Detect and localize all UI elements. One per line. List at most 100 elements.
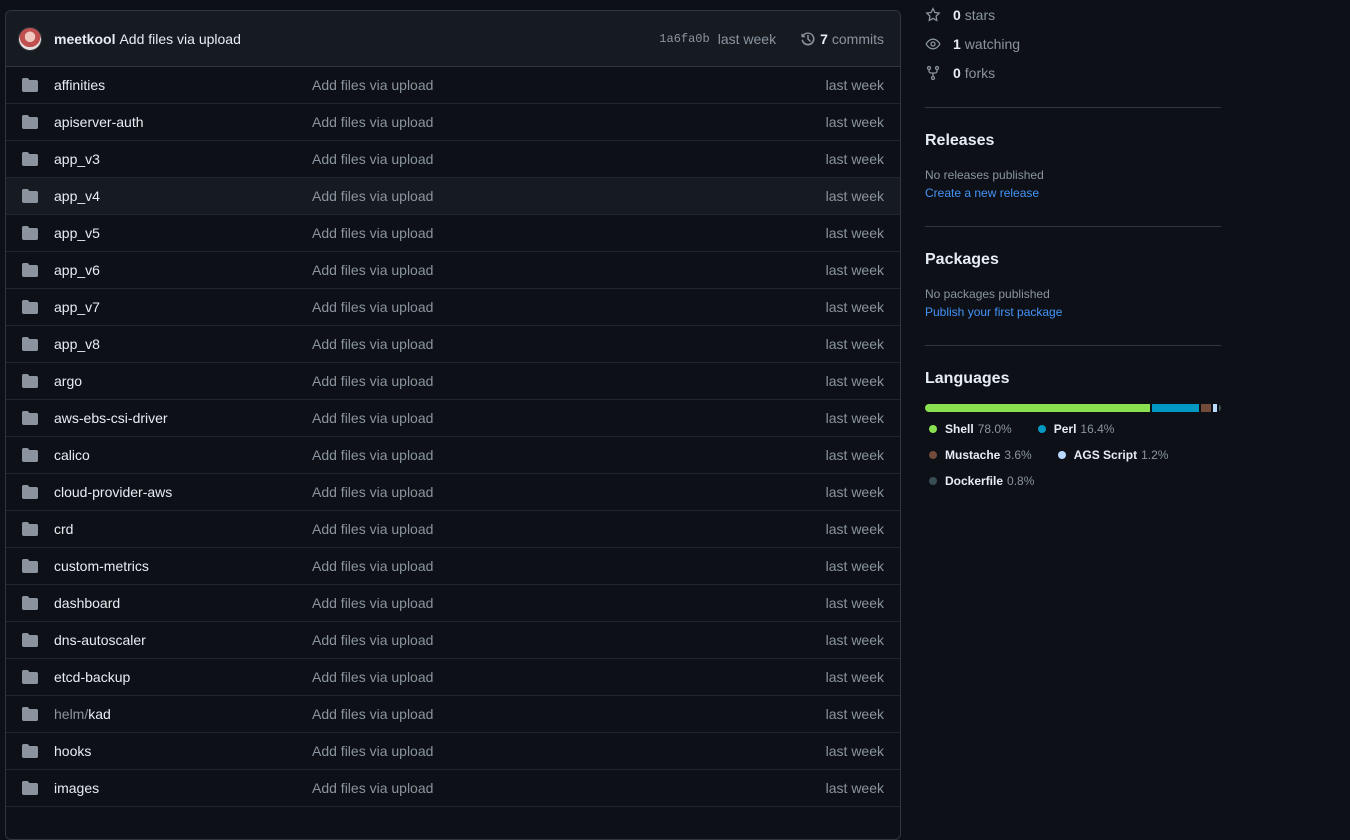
language-item[interactable]: Shell 78.0% (925, 420, 1012, 438)
file-commit-message[interactable]: Add files via upload (312, 410, 826, 426)
file-commit-message[interactable]: Add files via upload (312, 225, 826, 241)
language-item[interactable]: Mustache 3.6% (925, 446, 1032, 464)
packages-empty-text: No packages published (925, 287, 1050, 301)
languages-title: Languages (925, 370, 1010, 387)
table-row[interactable]: app_v3 Add files via upload last week (6, 141, 900, 178)
folder-icon (22, 226, 38, 240)
file-name-link[interactable]: app_v4 (54, 188, 312, 204)
file-commit-message[interactable]: Add files via upload (312, 299, 826, 315)
stars-count: 0 (953, 6, 961, 23)
table-row[interactable]: images Add files via upload last week (6, 770, 900, 807)
watching-stat[interactable]: 1 watching (925, 29, 1221, 58)
latest-commit-bar: meetkool Add files via upload 1a6fa0b la… (6, 11, 900, 67)
file-name-link[interactable]: affinities (54, 77, 312, 93)
file-name-link[interactable]: images (54, 780, 312, 796)
file-commit-message[interactable]: Add files via upload (312, 373, 826, 389)
file-commit-message[interactable]: Add files via upload (312, 632, 826, 648)
table-row[interactable]: app_v4 Add files via upload last week (6, 178, 900, 215)
commit-message[interactable]: Add files via upload (119, 31, 240, 47)
language-bar-segment[interactable] (1200, 404, 1212, 412)
file-commit-message[interactable]: Add files via upload (312, 706, 826, 722)
file-name-link[interactable]: dashboard (54, 595, 312, 611)
language-bar-segment[interactable] (1151, 404, 1199, 412)
table-row[interactable]: hooks Add files via upload last week (6, 733, 900, 770)
stars-stat[interactable]: 0 stars (925, 0, 1221, 29)
file-name-link[interactable]: app_v5 (54, 225, 312, 241)
file-commit-time: last week (825, 521, 884, 537)
file-name-link[interactable]: custom-metrics (54, 558, 312, 574)
file-commit-message[interactable]: Add files via upload (312, 780, 826, 796)
folder-icon (22, 707, 38, 721)
file-name-link[interactable]: app_v8 (54, 336, 312, 352)
file-commit-message[interactable]: Add files via upload (312, 447, 826, 463)
table-row[interactable]: app_v6 Add files via upload last week (6, 252, 900, 289)
file-commit-message[interactable]: Add files via upload (312, 336, 826, 352)
file-commit-message[interactable]: Add files via upload (312, 558, 826, 574)
file-commit-message[interactable]: Add files via upload (312, 151, 826, 167)
table-row[interactable]: etcd-backup Add files via upload last week (6, 659, 900, 696)
table-row[interactable]: dashboard Add files via upload last week (6, 585, 900, 622)
folder-icon (22, 670, 38, 684)
language-bar-segment[interactable] (925, 404, 1150, 412)
table-row[interactable]: crd Add files via upload last week (6, 511, 900, 548)
file-commit-message[interactable]: Add files via upload (312, 77, 826, 93)
file-name-link[interactable]: crd (54, 521, 312, 537)
language-bar-segment[interactable] (1218, 404, 1221, 412)
language-item[interactable]: AGS Script 1.2% (1054, 446, 1168, 464)
create-release-link[interactable]: Create a new release (925, 184, 1221, 202)
file-name-link[interactable]: app_v3 (54, 151, 312, 167)
file-name-link[interactable]: cloud-provider-aws (54, 484, 312, 500)
file-commit-message[interactable]: Add files via upload (312, 262, 826, 278)
file-name-link[interactable]: aws-ebs-csi-driver (54, 410, 312, 426)
language-percent: 78.0% (977, 422, 1012, 436)
language-color-dot (1057, 451, 1066, 459)
language-item[interactable]: Perl 16.4% (1034, 420, 1114, 438)
file-name-link[interactable]: calico (54, 447, 312, 463)
table-row[interactable]: calico Add files via upload last week (6, 437, 900, 474)
commit-sha[interactable]: 1a6fa0b (659, 32, 709, 46)
file-name: aws-ebs-csi-driver (54, 410, 168, 426)
file-commit-time: last week (825, 595, 884, 611)
table-row[interactable]: argo Add files via upload last week (6, 363, 900, 400)
file-commit-time: last week (825, 669, 884, 685)
file-commit-time: last week (825, 410, 884, 426)
commit-author[interactable]: meetkool (54, 31, 115, 47)
file-name: dns-autoscaler (54, 632, 146, 648)
file-name-link[interactable]: argo (54, 373, 312, 389)
forks-stat[interactable]: 0 forks (925, 58, 1221, 87)
table-row[interactable]: cloud-provider-aws Add files via upload la… (6, 474, 900, 511)
file-name-link[interactable]: dns-autoscaler (54, 632, 312, 648)
table-row[interactable]: app_v5 Add files via upload last week (6, 215, 900, 252)
folder-icon (22, 596, 38, 610)
author-avatar[interactable] (18, 26, 42, 51)
table-row[interactable]: app_v8 Add files via upload last week (6, 326, 900, 363)
file-name-link[interactable]: helm/kad (54, 706, 312, 722)
file-commit-message[interactable]: Add files via upload (312, 188, 826, 204)
language-item[interactable]: Dockerfile 0.8% (925, 472, 1034, 490)
table-row[interactable]: apiserver-auth Add files via upload last w… (6, 104, 900, 141)
file-name-link[interactable]: hooks (54, 743, 312, 759)
file-commit-time: last week (825, 336, 884, 352)
packages-title[interactable]: Packages (925, 251, 1221, 269)
file-commit-message[interactable]: Add files via upload (312, 114, 826, 130)
language-bar-segment[interactable] (1213, 404, 1217, 412)
file-commit-message[interactable]: Add files via upload (312, 669, 826, 685)
file-name-link[interactable]: apiserver-auth (54, 114, 312, 130)
releases-title[interactable]: Releases (925, 132, 1221, 150)
file-name-link[interactable]: app_v6 (54, 262, 312, 278)
file-commit-message[interactable]: Add files via upload (312, 521, 826, 537)
file-commit-message[interactable]: Add files via upload (312, 743, 826, 759)
table-row[interactable]: helm/kad Add files via upload last week (6, 696, 900, 733)
file-name-link[interactable]: etcd-backup (54, 669, 312, 685)
publish-package-link[interactable]: Publish your first package (925, 303, 1221, 321)
commits-history-link[interactable]: 7 commits (800, 31, 884, 47)
table-row[interactable]: app_v7 Add files via upload last week (6, 289, 900, 326)
file-commit-message[interactable]: Add files via upload (312, 595, 826, 611)
file-name-link[interactable]: app_v7 (54, 299, 312, 315)
table-row[interactable]: aws-ebs-csi-driver Add files via upload la… (6, 400, 900, 437)
table-row[interactable]: dns-autoscaler Add files via upload last w… (6, 622, 900, 659)
table-row[interactable]: custom-metrics Add files via upload last w… (6, 548, 900, 585)
language-name: Dockerfile (945, 474, 1004, 488)
file-commit-message[interactable]: Add files via upload (312, 484, 826, 500)
table-row[interactable]: affinities Add files via upload last week (6, 67, 900, 104)
